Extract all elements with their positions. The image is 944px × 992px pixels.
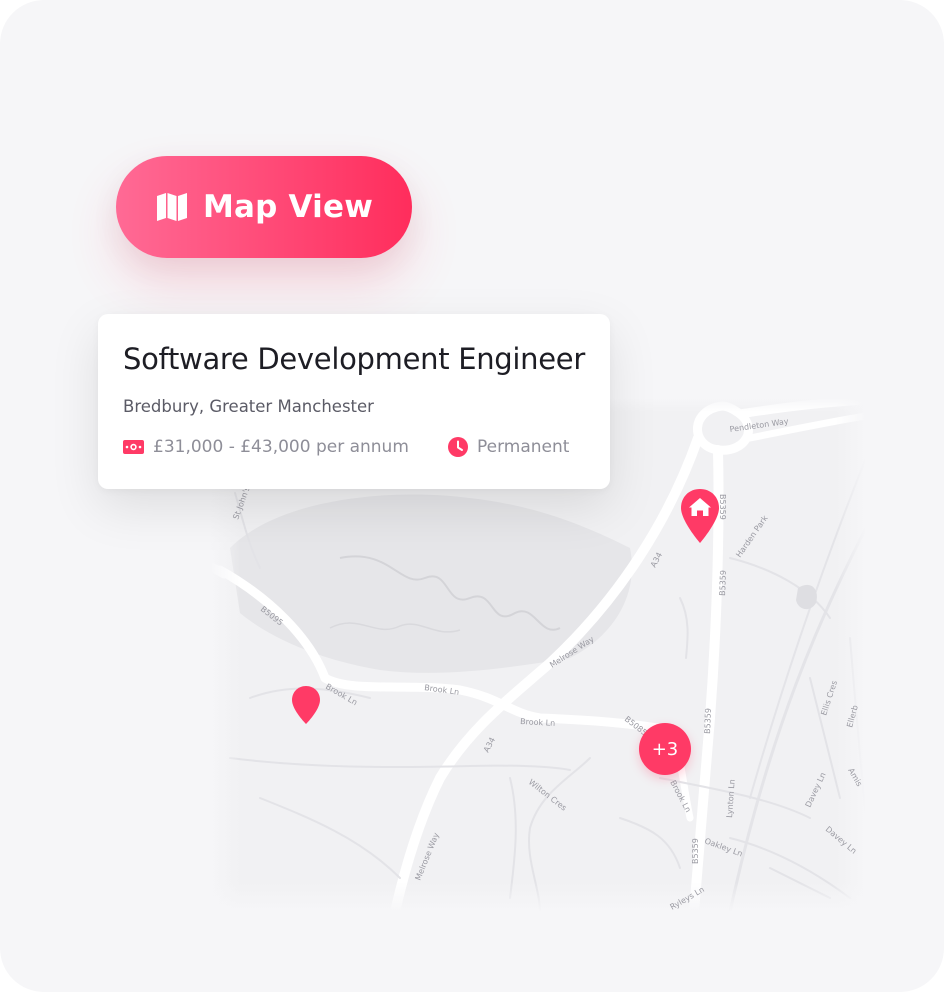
employment-type-text: Permanent xyxy=(477,437,570,457)
road-label: B5359 xyxy=(703,708,713,734)
banknote-icon xyxy=(123,440,144,454)
road-label: B5359 xyxy=(718,570,728,596)
road-label: Brook Ln xyxy=(520,717,556,728)
job-location-marker[interactable] xyxy=(291,685,321,725)
job-location: Bredbury, Greater Manchester xyxy=(123,397,374,416)
map-view-button[interactable]: Map View xyxy=(116,156,412,258)
home-location-marker[interactable] xyxy=(680,488,720,544)
map-view-label: Map View xyxy=(202,189,374,225)
cluster-count: +3 xyxy=(651,738,679,760)
road-label: B5359 xyxy=(691,838,700,864)
salary-text: £31,000 - £43,000 per annum xyxy=(153,437,409,457)
salary-info: £31,000 - £43,000 per annum xyxy=(123,437,409,457)
map-icon xyxy=(156,193,187,221)
job-card[interactable]: Software Development Engineer Bredbury, … xyxy=(98,314,610,489)
clock-icon xyxy=(448,437,468,457)
job-title[interactable]: Software Development Engineer xyxy=(123,342,585,376)
employment-type-info: Permanent xyxy=(448,437,569,457)
marker-cluster[interactable]: +3 xyxy=(639,723,691,775)
app-frame: Pendleton Way B5359 Harden Park A34 B535… xyxy=(0,0,944,992)
